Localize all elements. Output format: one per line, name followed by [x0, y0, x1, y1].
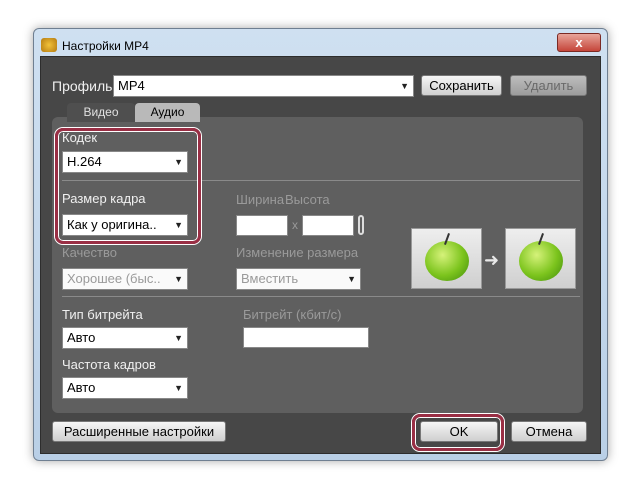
times-sign: x [292, 218, 298, 232]
chevron-down-icon: ▼ [347, 274, 356, 284]
resize-value: Вместить [241, 271, 299, 286]
quality-label: Качество [62, 245, 117, 260]
bitrate-type-value: Авто [67, 330, 96, 345]
bitrate-type-select[interactable]: Авто ▼ [62, 327, 188, 349]
highlight-frame [412, 414, 504, 451]
close-button[interactable]: x [557, 33, 601, 52]
framerate-label: Частота кадров [62, 357, 156, 372]
chevron-down-icon: ▼ [174, 383, 183, 393]
profile-value: MP4 [118, 78, 145, 93]
quality-value: Хорошее (быс.. [67, 271, 161, 286]
chevron-down-icon: ▼ [400, 81, 409, 91]
framerate-value: Авто [67, 380, 96, 395]
width-input[interactable] [236, 215, 288, 236]
bitrate-input[interactable] [243, 327, 369, 348]
source-preview-image [411, 228, 482, 289]
width-label: Ширина [236, 192, 285, 207]
apple-icon [519, 241, 563, 281]
tab-audio[interactable]: Аудио [135, 103, 200, 122]
link-aspect-icon[interactable] [358, 215, 364, 235]
divider [62, 296, 580, 297]
cancel-button[interactable]: Отмена [511, 421, 587, 442]
highlight-frame [55, 128, 201, 244]
chevron-down-icon: ▼ [174, 333, 183, 343]
framerate-select[interactable]: Авто ▼ [62, 377, 188, 399]
chevron-down-icon: ▼ [174, 274, 183, 284]
save-button[interactable]: Сохранить [421, 75, 502, 96]
apple-icon [425, 241, 469, 281]
quality-select[interactable]: Хорошее (быс.. ▼ [62, 268, 188, 290]
delete-button[interactable]: Удалить [510, 75, 587, 96]
resize-label: Изменение размера [236, 245, 359, 260]
tab-video[interactable]: Видео [67, 103, 135, 122]
arrow-right-icon: ➜ [484, 250, 500, 270]
height-label: Высота [285, 192, 330, 207]
result-preview-image [505, 228, 576, 289]
window-title: Настройки MP4 [62, 39, 149, 53]
profile-label: Профиль: [52, 78, 117, 94]
resize-select[interactable]: Вместить ▼ [236, 268, 361, 290]
bitrate-type-label: Тип битрейта [62, 307, 143, 322]
height-input[interactable] [302, 215, 354, 236]
bitrate-label: Битрейт (кбит/с) [243, 307, 342, 322]
advanced-settings-button[interactable]: Расширенные настройки [52, 421, 226, 442]
app-icon [41, 38, 57, 52]
profile-select[interactable]: MP4 ▼ [113, 75, 414, 97]
